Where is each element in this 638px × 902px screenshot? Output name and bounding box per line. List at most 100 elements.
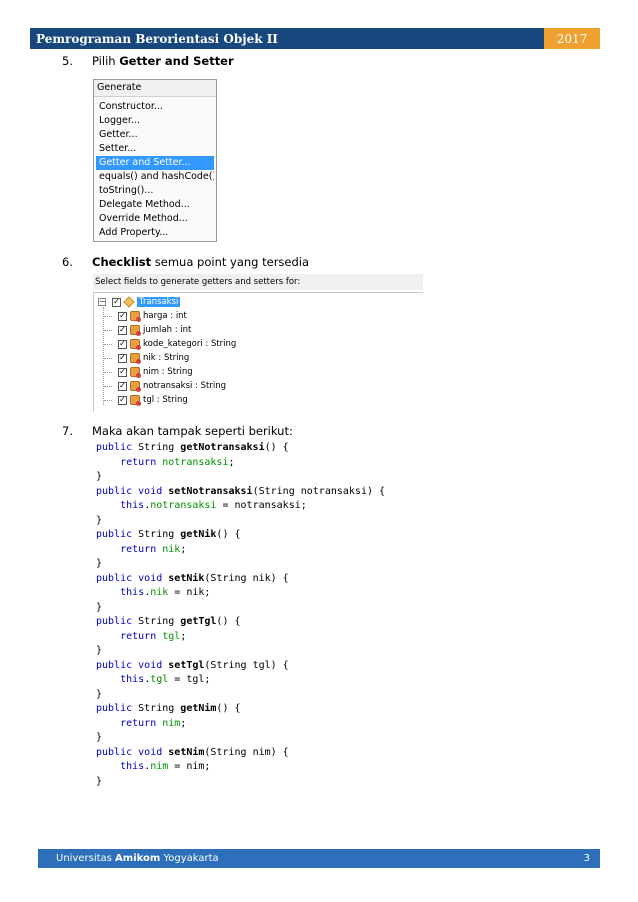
- step-text: Pilih: [92, 54, 120, 68]
- field-label: kode_kategori : String: [143, 339, 237, 349]
- code-field: nim: [162, 717, 181, 729]
- checkbox-field[interactable]: ✓: [118, 311, 127, 321]
- code-line: this.notransaksi = notransaksi;: [120, 500, 307, 511]
- footer-institution: Universitas Amikom Yogyakarta: [38, 853, 219, 864]
- menu-item-delegate-method[interactable]: Delegate Method...: [96, 198, 214, 212]
- tree-field-row[interactable]: ✓ jumlah : int: [118, 323, 191, 337]
- code-method-name: getNim: [180, 703, 217, 714]
- menu-item-override-method[interactable]: Override Method...: [96, 212, 214, 226]
- field-icon: [130, 353, 141, 364]
- tree-root-row[interactable]: − ✓ Transaksi: [98, 295, 181, 309]
- fields-prompt: Select fields to generate getters and se…: [93, 274, 423, 290]
- footer-text-post: Yogyakarta: [160, 853, 219, 864]
- code-line: public String getNotransaksi() {: [96, 442, 289, 453]
- step-text-post: semua point yang tersedia: [151, 255, 310, 269]
- tree-field-row[interactable]: ✓ kode_kategori : String: [118, 337, 236, 351]
- code-line: }: [96, 688, 103, 700]
- code-line: }: [96, 471, 103, 482]
- menu-item-add-property[interactable]: Add Property...: [96, 226, 214, 240]
- page-header: Pemrograman Berorientasi Objek II 2017: [30, 28, 600, 49]
- tree-field-row[interactable]: ✓ notransaksi : String: [118, 379, 226, 393]
- code-line: }: [96, 558, 103, 569]
- code-line: public void setNotransaksi(String notran…: [96, 485, 386, 497]
- field-icon: [130, 339, 141, 350]
- code-keyword: return: [120, 630, 157, 642]
- menu-item-tostring[interactable]: toString()...: [96, 184, 214, 198]
- field-icon: [130, 325, 141, 336]
- tree-root-label: Transaksi: [137, 297, 181, 307]
- code-line: public void setNik(String nik) {: [96, 572, 289, 584]
- code-line: public String getNim() {: [96, 703, 241, 714]
- footer-bold-text: Amikom: [115, 853, 161, 864]
- code-method-name: getNik: [180, 529, 217, 540]
- generate-menu: Generate Constructor... Logger... Getter…: [93, 79, 217, 242]
- code-block: public String getNotransaksi() { return …: [96, 441, 426, 789]
- code-field: nik: [150, 587, 169, 598]
- code-line: return nik;: [120, 543, 187, 555]
- footer-text: Universitas: [56, 853, 116, 864]
- code-keyword: void: [138, 485, 163, 497]
- class-icon: [123, 296, 135, 308]
- code-line: return notransaksi;: [120, 456, 235, 468]
- code-method-name: setNik: [168, 572, 205, 584]
- checkbox-field[interactable]: ✓: [118, 381, 127, 391]
- step-bold-text: Getter and Setter: [119, 54, 234, 68]
- code-keyword: void: [138, 659, 163, 671]
- tree-field-row[interactable]: ✓ nik : String: [118, 351, 189, 365]
- checkbox-field[interactable]: ✓: [118, 395, 127, 405]
- step-6: 6. Checklist semua point yang tersedia: [62, 255, 309, 269]
- checkbox-root[interactable]: ✓: [112, 297, 121, 307]
- step-number: 6.: [62, 255, 73, 269]
- code-method-name: getTgl: [180, 616, 217, 627]
- field-icon: [130, 395, 141, 406]
- code-keyword: this: [120, 761, 145, 772]
- code-line: public String getTgl() {: [96, 616, 241, 627]
- menu-item-equals-hashcode[interactable]: equals() and hashCode()...: [96, 170, 214, 184]
- code-method-name: setTgl: [168, 659, 205, 671]
- collapse-icon[interactable]: −: [98, 298, 106, 306]
- code-field: nik: [162, 543, 181, 555]
- field-label: tgl : String: [143, 395, 188, 405]
- code-keyword: public: [96, 442, 133, 453]
- code-line: public void setNim(String nim) {: [96, 746, 289, 758]
- menu-item-constructor[interactable]: Constructor...: [96, 100, 214, 114]
- menu-item-logger[interactable]: Logger...: [96, 114, 214, 128]
- step-bold-text: Checklist: [92, 255, 152, 269]
- tree-field-row[interactable]: ✓ harga : int: [118, 309, 187, 323]
- code-line: }: [96, 514, 103, 526]
- code-line: return nim;: [120, 717, 187, 729]
- checkbox-field[interactable]: ✓: [118, 367, 127, 377]
- code-keyword: return: [120, 543, 157, 555]
- page-number: 3: [583, 853, 590, 864]
- code-line: this.tgl = tgl;: [120, 674, 211, 685]
- code-method-name: getNotransaksi: [180, 442, 265, 453]
- generate-menu-title: Generate: [94, 80, 216, 97]
- field-label: notransaksi : String: [143, 381, 226, 391]
- code-field: tgl: [162, 630, 181, 642]
- code-keyword: return: [120, 456, 157, 468]
- code-field: notransaksi: [150, 500, 217, 511]
- code-keyword: public: [96, 572, 133, 584]
- code-field: notransaksi: [162, 456, 229, 468]
- menu-item-getter[interactable]: Getter...: [96, 128, 214, 142]
- code-keyword: void: [138, 746, 163, 758]
- tree-field-row[interactable]: ✓ tgl : String: [118, 393, 188, 407]
- field-icon: [130, 381, 141, 392]
- code-keyword: public: [96, 529, 133, 540]
- checkbox-field[interactable]: ✓: [118, 339, 127, 349]
- step-5: 5. Pilih Getter and Setter: [62, 54, 234, 68]
- tree-field-row[interactable]: ✓ nim : String: [118, 365, 193, 379]
- code-line: this.nik = nik;: [120, 587, 211, 598]
- code-line: return tgl;: [120, 630, 187, 642]
- code-line: }: [96, 775, 103, 787]
- step-7: 7. Maka akan tampak seperti berikut:: [62, 424, 293, 438]
- code-line: }: [96, 601, 103, 613]
- menu-item-setter[interactable]: Setter...: [96, 142, 214, 156]
- code-keyword: public: [96, 746, 133, 758]
- field-label: jumlah : int: [143, 325, 192, 335]
- menu-item-getter-and-setter[interactable]: Getter and Setter...: [96, 156, 214, 170]
- checkbox-field[interactable]: ✓: [118, 353, 127, 363]
- code-keyword: public: [96, 703, 133, 714]
- code-keyword: void: [138, 572, 163, 584]
- checkbox-field[interactable]: ✓: [118, 325, 127, 335]
